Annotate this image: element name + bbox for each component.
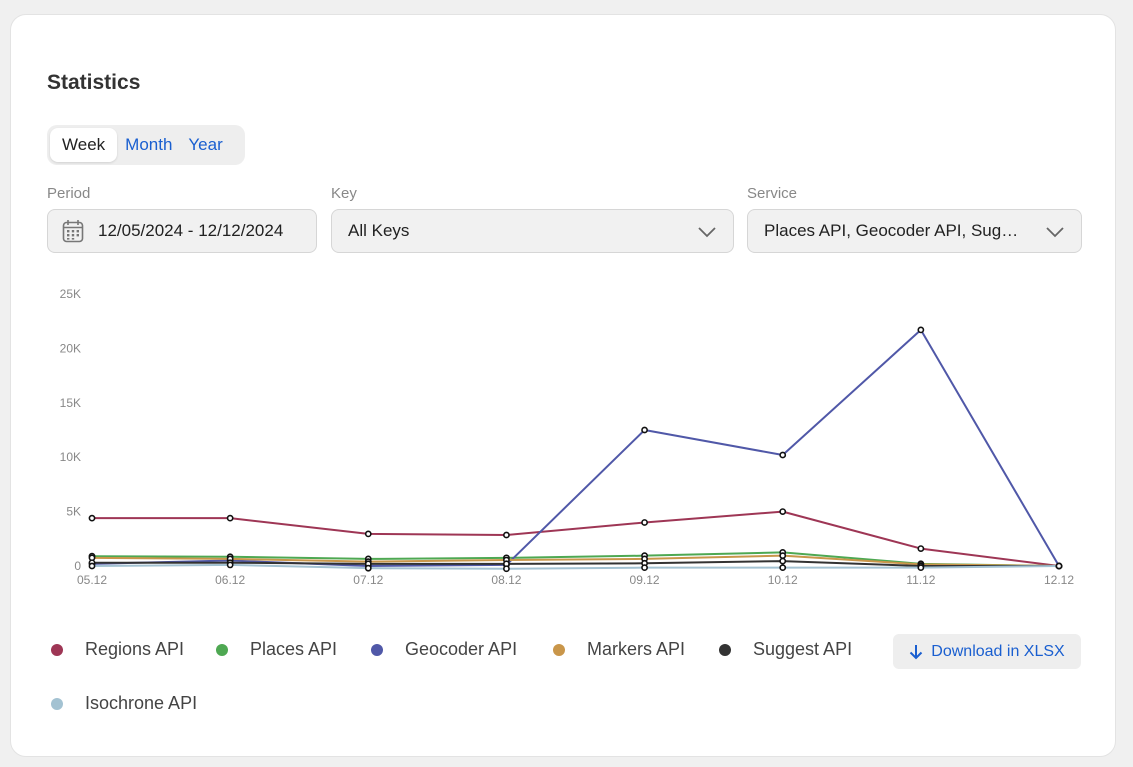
legend-swatch: [371, 643, 383, 656]
data-point: [641, 519, 648, 526]
download-xlsx-button[interactable]: Download in XLSX: [893, 634, 1081, 669]
y-tick-label: 10K: [60, 450, 81, 464]
data-point: [917, 326, 925, 334]
legend-item[interactable]: Markers API: [553, 639, 685, 660]
data-point: [779, 451, 787, 459]
data-point: [364, 564, 372, 572]
data-point: [503, 531, 510, 539]
legend-swatch: [553, 643, 565, 656]
legend-label: Suggest API: [753, 639, 853, 659]
data-point: [917, 564, 925, 572]
legend-item[interactable]: Isochrone API: [51, 693, 197, 714]
legend-swatch: [51, 697, 63, 710]
x-tick-label: 06.12: [215, 573, 245, 587]
data-point: [779, 557, 787, 565]
legend-label: Markers API: [587, 639, 686, 659]
legend-swatch: [51, 643, 63, 656]
data-point: [779, 508, 787, 515]
data-point: [226, 514, 234, 522]
legend-item[interactable]: Suggest API: [719, 639, 852, 660]
legend-swatch: [719, 643, 731, 656]
legend-item[interactable]: Geocoder API: [371, 639, 517, 660]
legend-item[interactable]: Places API: [216, 639, 337, 660]
x-tick-label: 05.12: [77, 573, 107, 587]
data-point: [779, 552, 787, 560]
x-tick-label: 12.12: [1044, 573, 1074, 587]
x-tick-label: 11.12: [906, 573, 935, 587]
data-point: [641, 426, 648, 434]
data-point: [917, 545, 925, 552]
y-tick-label: 25K: [60, 287, 81, 301]
x-tick-label: 08.12: [491, 573, 521, 587]
statistics-card: Statistics Week Month Year Period 12/05/…: [10, 14, 1116, 757]
usage-line-chart: 0 5K 10K 15K 20K 25K 05.12 06.12 07.12 08.12 09.12…: [60, 287, 1075, 587]
x-tick-label: 10.12: [768, 573, 798, 587]
data-point: [503, 565, 510, 573]
data-point: [364, 530, 372, 538]
legend-swatch: [216, 643, 228, 656]
download-label: Download in XLSX: [931, 642, 1065, 660]
data-point: [641, 564, 648, 572]
arrow-down-icon: [910, 644, 923, 659]
legend-label: Regions API: [85, 639, 185, 659]
data-point: [779, 564, 787, 572]
data-point: [88, 514, 96, 522]
data-point: [88, 562, 96, 570]
data-point: [1055, 562, 1063, 570]
legend-label: Geocoder API: [405, 639, 518, 659]
y-tick-label: 0: [74, 559, 81, 573]
y-tick-label: 15K: [60, 396, 81, 410]
data-point: [226, 561, 234, 569]
x-tick-label: 09.12: [630, 573, 660, 587]
x-tick-label: 07.12: [353, 573, 383, 587]
series-line: [91, 328, 1060, 567]
y-tick-label: 20K: [60, 341, 81, 355]
y-tick-label: 5K: [66, 505, 81, 519]
legend-label: Isochrone API: [85, 693, 198, 713]
legend-item[interactable]: Regions API: [51, 639, 184, 660]
legend-label: Places API: [250, 639, 338, 659]
